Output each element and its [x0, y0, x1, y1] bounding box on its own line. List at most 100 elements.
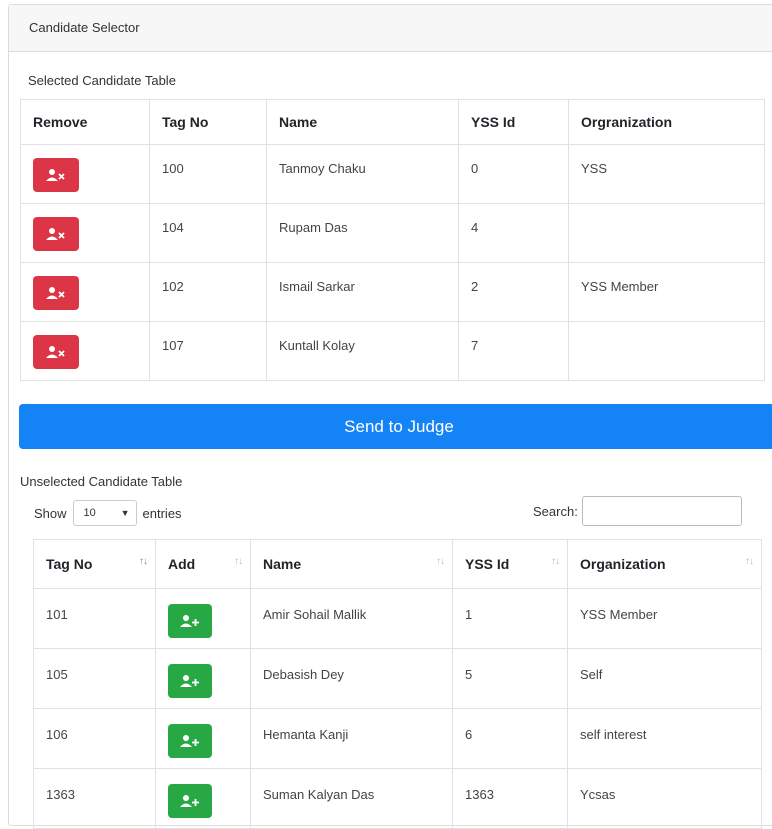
- col-header-add[interactable]: Add ↑↓: [155, 539, 251, 589]
- user-times-icon: [46, 169, 65, 181]
- remove-button[interactable]: [33, 158, 79, 192]
- remove-cell: [20, 262, 150, 322]
- col-header-label: Add: [168, 556, 196, 572]
- col-header-tag-no: Tag No: [149, 99, 267, 145]
- name-cell: Rupam Das: [266, 203, 459, 263]
- yss-id-cell: 5: [452, 648, 568, 709]
- col-header-yss-id[interactable]: YSS Id ↑↓: [452, 539, 568, 589]
- tag-no-cell: 100: [149, 144, 267, 204]
- yss-id-cell: 2: [458, 262, 569, 322]
- col-header-label: YSS Id: [465, 556, 510, 572]
- remove-cell: [20, 321, 150, 381]
- yss-id-cell: 1: [452, 588, 568, 649]
- organization-cell: [568, 321, 765, 381]
- unselected-candidate-table: Tag No ↑↓ Add ↑↓ Name ↑↓ YSS Id ↑↓ Organizat…: [33, 539, 762, 829]
- table-row: 104 Rupam Das 4: [20, 203, 765, 263]
- organization-cell: YSS Member: [567, 588, 762, 649]
- user-plus-icon: [180, 675, 199, 687]
- table-search: Search:: [533, 496, 742, 526]
- user-plus-icon: [180, 795, 199, 807]
- add-cell: [155, 588, 251, 649]
- add-cell: [155, 768, 251, 829]
- organization-cell: Ycsas: [567, 768, 762, 829]
- tag-no-cell: 1363: [33, 768, 156, 829]
- sort-asc-icon: ↑↓: [139, 556, 148, 567]
- table-row: 101 Amir Sohail Mallik 1 YSS Member: [33, 588, 762, 649]
- table-row: 105 Debasish Dey 5 Self: [33, 648, 762, 709]
- remove-button[interactable]: [33, 335, 79, 369]
- col-header-yss-id: YSS Id: [458, 99, 569, 145]
- user-plus-icon: [180, 615, 199, 627]
- selected-candidate-table: Remove Tag No Name YSS Id Orgranization …: [20, 99, 765, 381]
- add-cell: [155, 708, 251, 769]
- col-header-label: Organization: [580, 556, 666, 572]
- yss-id-cell: 1363: [452, 768, 568, 829]
- sort-icon: ↑↓: [234, 556, 243, 567]
- tag-no-cell: 107: [149, 321, 267, 381]
- user-plus-icon: [180, 735, 199, 747]
- table-header-row: Tag No ↑↓ Add ↑↓ Name ↑↓ YSS Id ↑↓ Organizat…: [33, 539, 762, 589]
- sort-icon: ↑↓: [745, 556, 754, 567]
- col-header-name: Name: [266, 99, 459, 145]
- col-header-organization: Orgranization: [568, 99, 765, 145]
- tag-no-cell: 102: [149, 262, 267, 322]
- entries-select[interactable]: 10 ▼: [72, 500, 137, 526]
- col-header-name[interactable]: Name ↑↓: [250, 539, 453, 589]
- yss-id-cell: 4: [458, 203, 569, 263]
- add-button[interactable]: [168, 724, 212, 758]
- send-to-judge-button[interactable]: Send to Judge: [19, 404, 772, 449]
- name-cell: Kuntall Kolay: [266, 321, 459, 381]
- organization-cell: Self: [567, 648, 762, 709]
- table-row: 106 Hemanta Kanji 6 self interest: [33, 708, 762, 769]
- col-header-organization[interactable]: Organization ↑↓: [567, 539, 762, 589]
- organization-cell: self interest: [567, 708, 762, 769]
- yss-id-cell: 6: [452, 708, 568, 769]
- name-cell: Tanmoy Chaku: [266, 144, 459, 204]
- organization-cell: YSS: [568, 144, 765, 204]
- sort-icon: ↑↓: [551, 556, 560, 567]
- table-row: 1363 Suman Kalyan Das 1363 Ycsas: [33, 768, 762, 829]
- add-cell: [155, 648, 251, 709]
- table-row: 107 Kuntall Kolay 7: [20, 321, 765, 381]
- add-button[interactable]: [168, 604, 212, 638]
- col-header-tag-no[interactable]: Tag No ↑↓: [33, 539, 156, 589]
- search-label: Search:: [533, 503, 578, 519]
- name-cell: Ismail Sarkar: [266, 262, 459, 322]
- chevron-down-icon: ▼: [120, 508, 130, 518]
- selected-table-caption: Selected Candidate Table: [28, 73, 176, 88]
- add-button[interactable]: [168, 664, 212, 698]
- entries-label: entries: [142, 505, 182, 521]
- organization-cell: YSS Member: [568, 262, 765, 322]
- name-cell: Suman Kalyan Das: [250, 768, 453, 829]
- name-cell: Hemanta Kanji: [250, 708, 453, 769]
- organization-cell: [568, 203, 765, 263]
- entries-select-value: 10: [83, 507, 96, 519]
- yss-id-cell: 0: [458, 144, 569, 204]
- table-row: 102 Ismail Sarkar 2 YSS Member: [20, 262, 765, 322]
- name-cell: Debasish Dey: [250, 648, 453, 709]
- entries-length-control: Show 10 ▼ entries: [34, 500, 182, 526]
- remove-cell: [20, 144, 150, 204]
- remove-button[interactable]: [33, 217, 79, 251]
- user-times-icon: [46, 228, 65, 240]
- tag-no-cell: 104: [149, 203, 267, 263]
- sort-icon: ↑↓: [436, 556, 445, 567]
- yss-id-cell: 7: [458, 321, 569, 381]
- remove-cell: [20, 203, 150, 263]
- col-header-label: Tag No: [46, 556, 93, 572]
- card-header: Candidate Selector: [9, 5, 772, 52]
- name-cell: Amir Sohail Mallik: [250, 588, 453, 649]
- tag-no-cell: 101: [33, 588, 156, 649]
- add-button[interactable]: [168, 784, 212, 818]
- col-header-remove: Remove: [20, 99, 150, 145]
- remove-button[interactable]: [33, 276, 79, 310]
- user-times-icon: [46, 287, 65, 299]
- table-row: 100 Tanmoy Chaku 0 YSS: [20, 144, 765, 204]
- col-header-label: Name: [263, 556, 302, 572]
- user-times-icon: [46, 346, 65, 358]
- tag-no-cell: 106: [33, 708, 156, 769]
- search-input[interactable]: [581, 496, 742, 526]
- table-header-row: Remove Tag No Name YSS Id Orgranization: [20, 99, 765, 145]
- unselected-table-caption: Unselected Candidate Table: [20, 474, 183, 489]
- show-label: Show: [34, 505, 67, 521]
